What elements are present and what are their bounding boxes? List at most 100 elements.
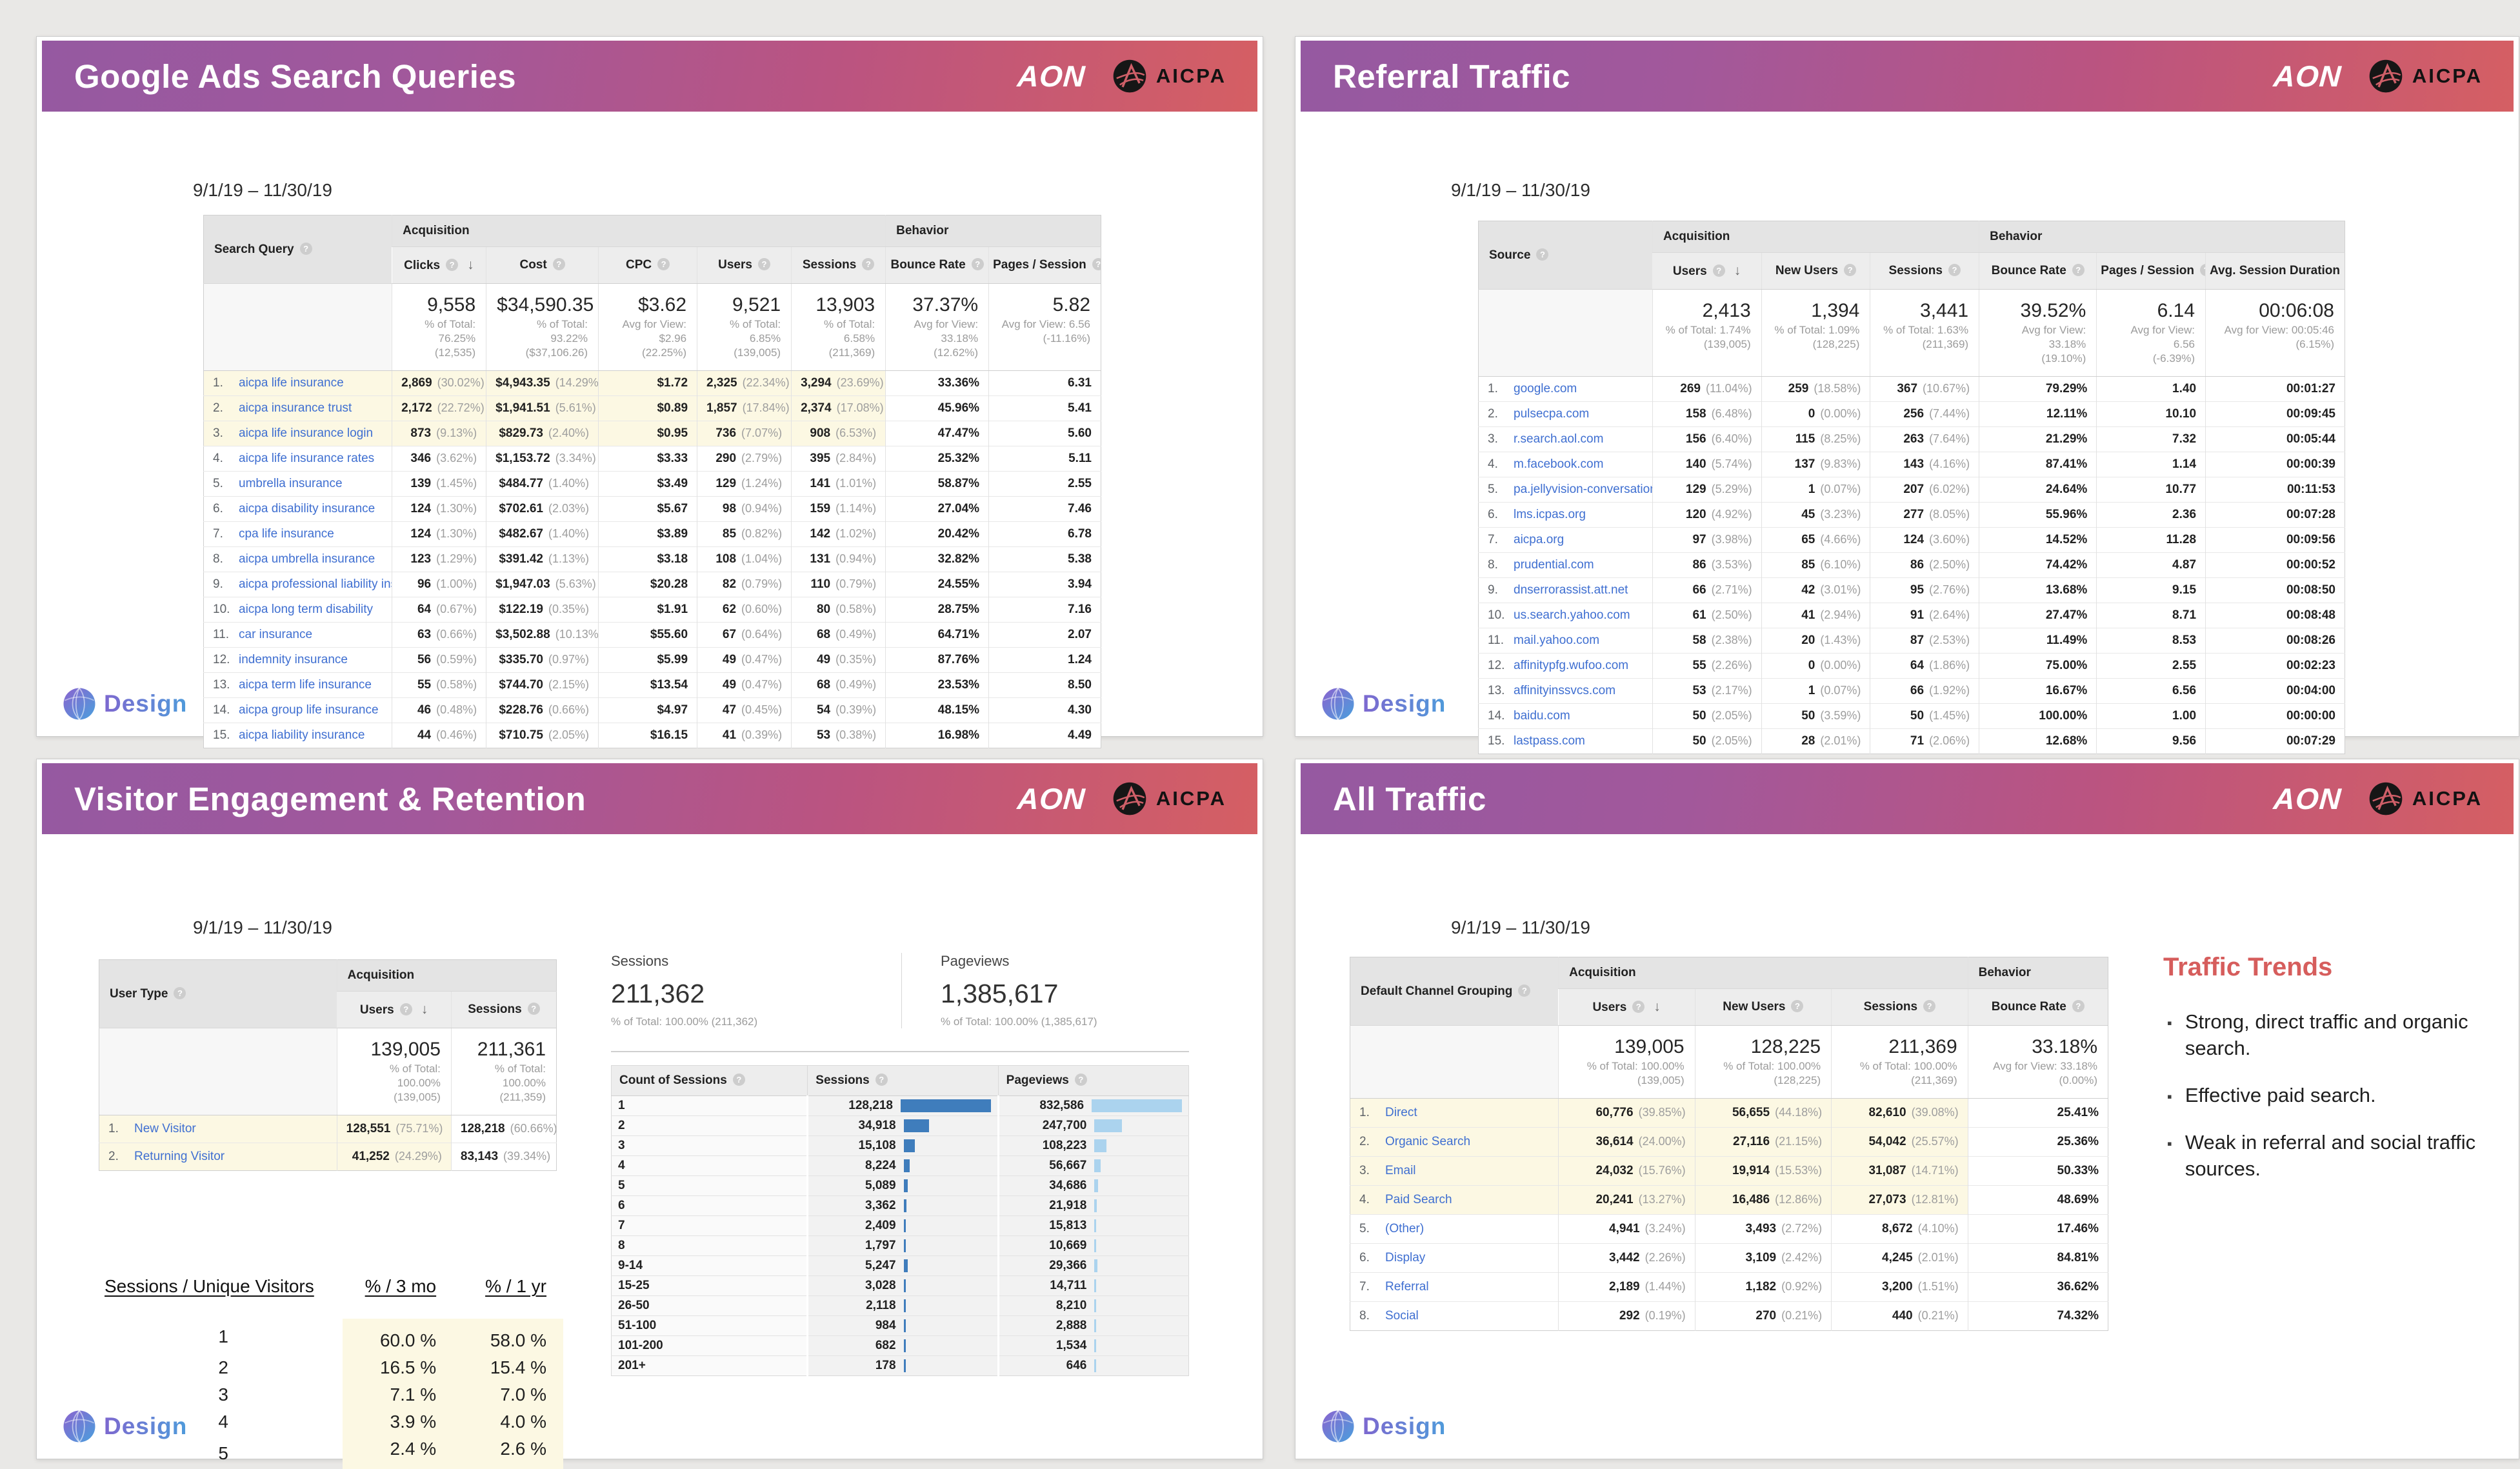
dimension-link[interactable]: Display — [1385, 1251, 1425, 1264]
dimension-link[interactable]: aicpa insurance trust — [239, 401, 352, 415]
dimension-link[interactable]: Referral — [1385, 1280, 1429, 1294]
column-header[interactable]: Cost? — [486, 247, 599, 284]
dimension-link[interactable]: aicpa life insurance login — [239, 426, 373, 440]
dimension-link[interactable]: pulsecpa.com — [1514, 407, 1589, 421]
dimension-link[interactable]: aicpa life insurance rates — [239, 452, 374, 465]
dimension-column-header[interactable]: User Type? — [99, 960, 337, 1028]
help-icon[interactable]: ? — [1923, 1000, 1935, 1012]
dimension-column-header[interactable]: Default Channel Grouping? — [1350, 957, 1559, 1026]
dimension-link[interactable]: lastpass.com — [1514, 734, 1585, 748]
help-icon[interactable]: ? — [1713, 265, 1725, 277]
dimension-link[interactable]: Organic Search — [1385, 1135, 1470, 1148]
dimension-link[interactable]: indemnity insurance — [239, 653, 348, 666]
help-icon[interactable]: ? — [300, 243, 312, 255]
help-icon[interactable]: ? — [446, 259, 458, 271]
column-header[interactable]: Sessions? — [792, 247, 886, 284]
help-icon[interactable]: ? — [2072, 1000, 2085, 1012]
help-icon[interactable]: ? — [1075, 1074, 1087, 1086]
help-icon[interactable]: ? — [1518, 984, 1530, 997]
help-icon[interactable]: ? — [1791, 1000, 1803, 1012]
column-header[interactable]: Sessions? — [451, 992, 556, 1028]
column-header[interactable]: Count of Sessions? — [612, 1066, 808, 1096]
column-header[interactable]: Pageviews? — [998, 1066, 1188, 1096]
help-icon[interactable]: ? — [1844, 264, 1856, 276]
help-icon[interactable]: ? — [2072, 264, 2085, 276]
column-header[interactable]: Sessions? — [1870, 253, 1979, 290]
column-header[interactable]: Pages / Session? — [989, 247, 1101, 284]
column-header[interactable]: Sessions? — [808, 1066, 998, 1096]
dimension-link[interactable]: aicpa.org — [1514, 533, 1564, 546]
dimension-link[interactable]: Returning Visitor — [134, 1150, 225, 1163]
dimension-link[interactable]: aicpa professional liability insurance — [239, 577, 392, 591]
metric-cell: 32.82% — [886, 547, 989, 572]
help-icon[interactable]: ? — [733, 1074, 745, 1086]
dimension-link[interactable]: affinitypfg.wufoo.com — [1514, 659, 1628, 672]
sort-arrow-icon[interactable]: ↓ — [421, 1002, 428, 1017]
column-header[interactable]: Users?↓ — [1559, 989, 1695, 1026]
dimension-link[interactable]: lms.icpas.org — [1514, 508, 1586, 521]
dimension-column-header[interactable]: Search Query? — [204, 215, 392, 284]
dimension-link[interactable]: us.search.yahoo.com — [1514, 608, 1630, 622]
dimension-link[interactable]: aicpa umbrella insurance — [239, 552, 375, 566]
count-label-cell: 1 — [612, 1096, 808, 1116]
help-icon[interactable]: ? — [972, 258, 984, 270]
dimension-link[interactable]: New Visitor — [134, 1122, 196, 1135]
help-icon[interactable]: ? — [1092, 258, 1101, 270]
help-icon[interactable]: ? — [758, 258, 770, 270]
metric-value: 75.00% — [2046, 659, 2087, 672]
dimension-link[interactable]: prudential.com — [1514, 558, 1594, 572]
help-icon[interactable]: ? — [1632, 1001, 1645, 1013]
help-icon[interactable]: ? — [553, 258, 565, 270]
help-icon[interactable]: ? — [400, 1003, 412, 1015]
dimension-link[interactable]: aicpa term life insurance — [239, 678, 372, 692]
column-header[interactable]: Avg. Session Duration? — [2206, 253, 2345, 290]
sort-arrow-icon[interactable]: ↓ — [467, 257, 474, 272]
column-header[interactable]: Bounce Rate? — [1979, 253, 2097, 290]
help-icon[interactable]: ? — [875, 1074, 888, 1086]
column-header[interactable]: New Users? — [1695, 989, 1832, 1026]
dimension-link[interactable]: umbrella insurance — [239, 477, 343, 490]
help-icon[interactable]: ? — [528, 1003, 540, 1015]
help-icon[interactable]: ? — [657, 258, 670, 270]
column-header[interactable]: Pages / Session? — [2097, 253, 2206, 290]
dimension-link[interactable]: Email — [1385, 1164, 1416, 1177]
dimension-link[interactable]: affinityinssvcs.com — [1514, 684, 1615, 697]
help-icon[interactable]: ? — [2200, 264, 2206, 276]
count-metric-cell: 14,711 — [998, 1276, 1188, 1296]
dimension-link[interactable]: car insurance — [239, 628, 312, 641]
help-icon[interactable]: ? — [174, 987, 186, 999]
sort-arrow-icon[interactable]: ↓ — [1654, 999, 1661, 1014]
help-icon[interactable]: ? — [862, 258, 874, 270]
dimension-link[interactable]: aicpa disability insurance — [239, 502, 375, 515]
dimension-link[interactable]: Social — [1385, 1309, 1419, 1323]
column-header[interactable]: Users? — [697, 247, 792, 284]
dimension-link[interactable]: aicpa long term disability — [239, 603, 373, 616]
dimension-link[interactable]: aicpa group life insurance — [239, 703, 379, 717]
help-icon[interactable]: ? — [1948, 264, 1961, 276]
dimension-link[interactable]: baidu.com — [1514, 709, 1570, 723]
dimension-link[interactable]: Paid Search — [1385, 1193, 1452, 1206]
dimension-link[interactable]: (Other) — [1385, 1222, 1424, 1235]
dimension-link[interactable]: mail.yahoo.com — [1514, 634, 1599, 647]
dimension-link[interactable]: cpa life insurance — [239, 527, 334, 541]
dimension-link[interactable]: m.facebook.com — [1514, 457, 1603, 471]
dimension-link[interactable]: aicpa liability insurance — [239, 728, 365, 742]
metric-value: 256 — [1903, 407, 1924, 421]
column-header[interactable]: Bounce Rate? — [1968, 989, 2108, 1026]
sort-arrow-icon[interactable]: ↓ — [1734, 263, 1741, 278]
dimension-link[interactable]: aicpa life insurance — [239, 376, 344, 390]
column-header[interactable]: Clicks?↓ — [392, 247, 486, 284]
dimension-link[interactable]: r.search.aol.com — [1514, 432, 1603, 446]
column-header[interactable]: Users?↓ — [1652, 253, 1761, 290]
column-header[interactable]: Bounce Rate? — [886, 247, 989, 284]
dimension-link[interactable]: google.com — [1514, 382, 1577, 395]
help-icon[interactable]: ? — [1536, 248, 1548, 261]
dimension-link[interactable]: pa.jellyvision-conversation.com — [1514, 483, 1652, 496]
column-header[interactable]: Sessions? — [1832, 989, 1968, 1026]
column-header[interactable]: CPC? — [599, 247, 697, 284]
column-header[interactable]: Users?↓ — [337, 992, 451, 1028]
dimension-link[interactable]: dnserrorassist.att.net — [1514, 583, 1628, 597]
dimension-link[interactable]: Direct — [1385, 1106, 1417, 1119]
dimension-column-header[interactable]: Source? — [1479, 221, 1653, 290]
column-header[interactable]: New Users? — [1761, 253, 1870, 290]
